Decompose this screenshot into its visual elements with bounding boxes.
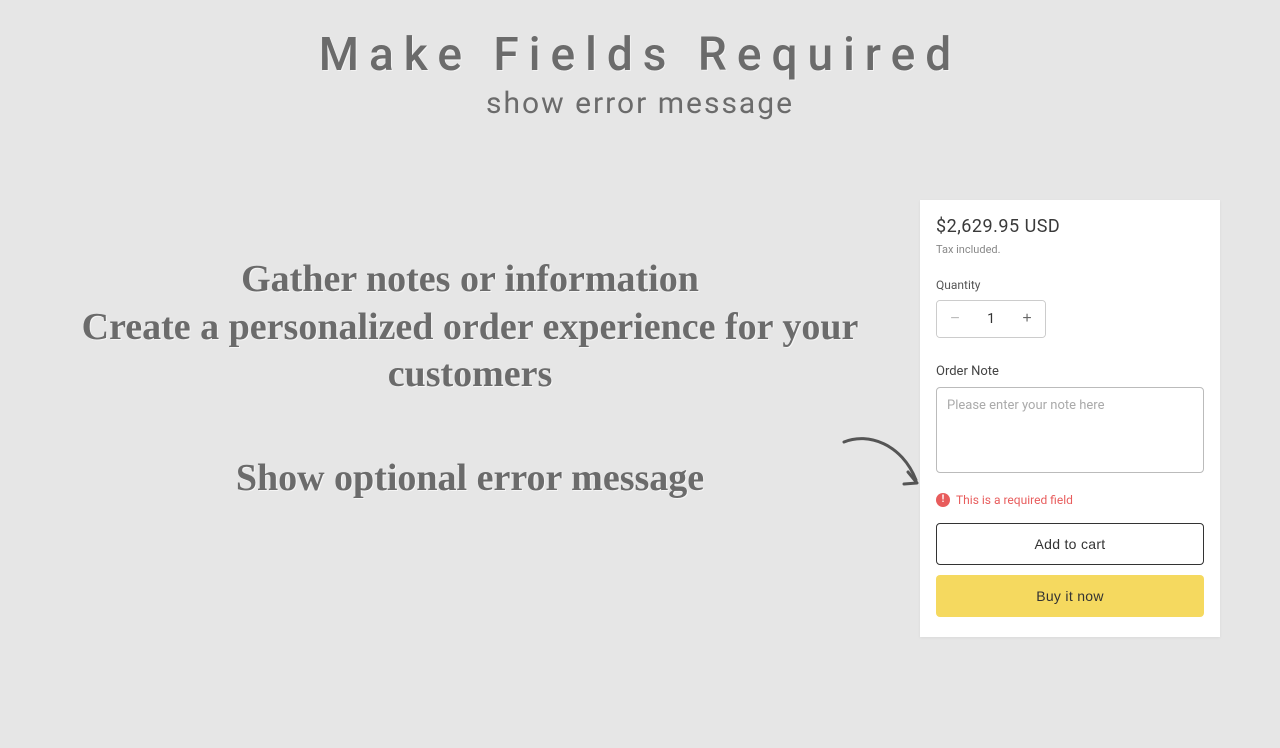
quantity-decrease-button[interactable]: − [937, 301, 973, 337]
order-note-input[interactable] [936, 387, 1204, 473]
order-note-label: Order Note [936, 364, 1204, 379]
marketing-line-1: Gather notes or information [60, 256, 880, 304]
marketing-line-2: Create a personalized order experience f… [60, 304, 880, 399]
page-title: Make Fields Required [0, 28, 1280, 82]
quantity-stepper: − 1 + [936, 300, 1046, 338]
error-icon: ! [936, 493, 950, 507]
quantity-increase-button[interactable]: + [1009, 301, 1045, 337]
error-message: ! This is a required field [936, 493, 1204, 507]
page-subtitle: show error message [0, 86, 1280, 121]
buy-now-button[interactable]: Buy it now [936, 575, 1204, 617]
quantity-label: Quantity [936, 278, 1204, 292]
tax-note: Tax included. [936, 243, 1204, 256]
product-price: $2,629.95 USD [936, 216, 1204, 237]
quantity-value: 1 [973, 311, 1009, 327]
error-text: This is a required field [956, 493, 1073, 507]
marketing-copy: Gather notes or information Create a per… [60, 256, 880, 502]
product-card: $2,629.95 USD Tax included. Quantity − 1… [920, 200, 1220, 637]
add-to-cart-button[interactable]: Add to cart [936, 523, 1204, 565]
marketing-line-3: Show optional error message [60, 455, 880, 503]
